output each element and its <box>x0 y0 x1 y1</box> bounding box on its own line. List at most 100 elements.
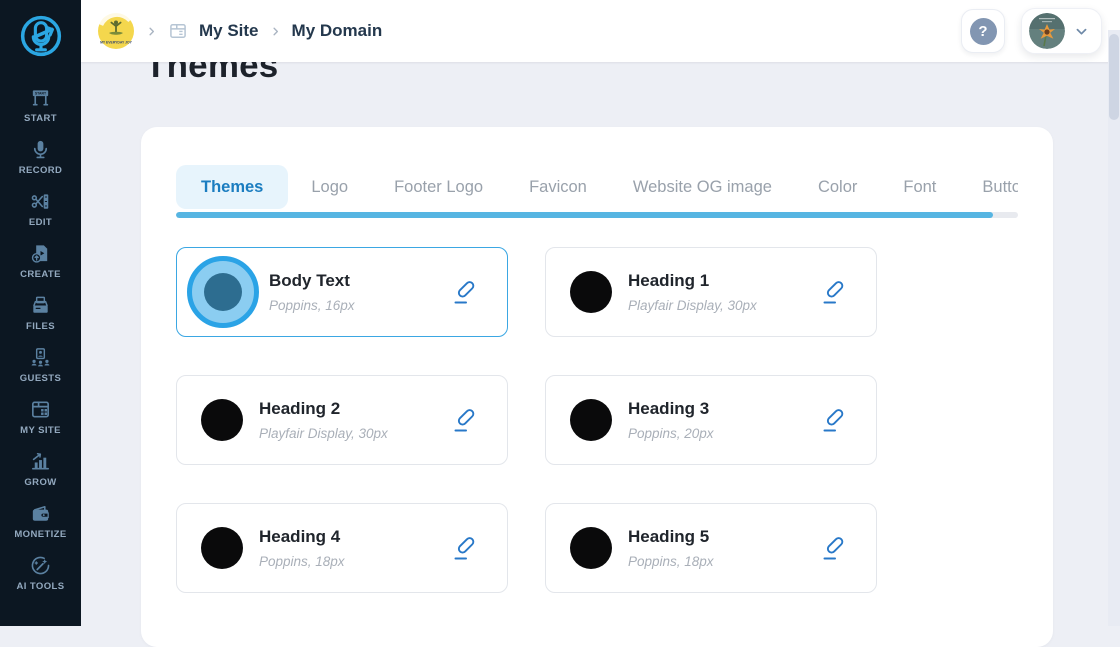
tab-favicon[interactable]: Favicon <box>506 165 610 209</box>
sidebar-item-label: GROW <box>24 477 57 488</box>
sidebar-item-label: GUESTS <box>19 373 62 384</box>
tabs-scroll-indicator-fill <box>176 212 993 218</box>
tab-logo[interactable]: Logo <box>288 165 371 209</box>
sidebar-item-monetize[interactable]: MONETIZE <box>0 495 81 547</box>
svg-text:MY EVERYDAY JOY: MY EVERYDAY JOY <box>100 41 133 45</box>
text-style-cards: Body Text Poppins, 16px Heading 1 Playfa… <box>176 247 1018 593</box>
tab-font[interactable]: Font <box>880 165 959 209</box>
style-card-heading-3[interactable]: Heading 3 Poppins, 20px <box>545 375 877 465</box>
color-swatch-core <box>204 273 242 311</box>
record-icon <box>33 140 48 159</box>
tab-footer-logo[interactable]: Footer Logo <box>371 165 506 209</box>
color-swatch-selected <box>187 256 259 328</box>
edit-button[interactable] <box>449 276 479 308</box>
edit-icon <box>31 194 49 209</box>
create-icon <box>31 245 48 263</box>
themes-panel: Themes Logo Footer Logo Favicon Website … <box>141 127 1053 647</box>
edit-button[interactable] <box>449 532 479 564</box>
window-icon <box>170 24 186 38</box>
color-swatch <box>570 271 612 313</box>
style-font: Poppins, 18px <box>259 554 345 569</box>
tabs-scroll-indicator <box>176 212 1018 218</box>
app-logo[interactable] <box>0 0 81 72</box>
sidebar-item-record[interactable]: RECORD <box>0 131 81 183</box>
ai-tools-icon <box>31 556 50 575</box>
sidebar-item-create[interactable]: CREATE <box>0 235 81 287</box>
tab-themes[interactable]: Themes <box>176 165 289 209</box>
pencil-icon <box>823 537 844 560</box>
color-swatch <box>201 399 243 441</box>
start-icon: START <box>32 90 49 106</box>
breadcrumb: MY EVERYDAY JOY My Site My Domain <box>97 12 382 50</box>
style-card-body-text[interactable]: Body Text Poppins, 16px <box>176 247 508 337</box>
card-texts: Heading 5 Poppins, 18px <box>628 527 714 569</box>
edit-button[interactable] <box>818 276 848 308</box>
page-scrollbar-track[interactable] <box>1108 30 1120 626</box>
podcast-app-logo-icon <box>20 15 61 57</box>
style-card-heading-1[interactable]: Heading 1 Playfair Display, 30px <box>545 247 877 337</box>
tab-color[interactable]: Color <box>795 165 880 209</box>
sidebar-item-start[interactable]: START START <box>0 79 81 131</box>
pencil-icon <box>823 281 844 304</box>
sidebar-item-label: RECORD <box>18 165 63 176</box>
breadcrumb-my-site[interactable]: My Site <box>199 21 259 41</box>
card-texts: Heading 2 Playfair Display, 30px <box>259 399 388 441</box>
sidebar-item-label: AI TOOLS <box>16 581 65 592</box>
card-texts: Body Text Poppins, 16px <box>269 271 355 313</box>
site-logo[interactable]: MY EVERYDAY JOY <box>97 12 135 50</box>
card-texts: Heading 4 Poppins, 18px <box>259 527 345 569</box>
style-title: Heading 3 <box>628 399 710 418</box>
settings-tabs: Themes Logo Footer Logo Favicon Website … <box>176 165 1018 209</box>
card-texts: Heading 1 Playfair Display, 30px <box>628 271 757 313</box>
sidebar-item-label: CREATE <box>20 269 61 280</box>
sidebar-item-guests[interactable]: GUESTS <box>0 339 81 391</box>
tab-website-og-image[interactable]: Website OG image <box>610 165 795 209</box>
sidebar-item-edit[interactable]: EDIT <box>0 183 81 235</box>
page-scrollbar-thumb[interactable] <box>1109 34 1119 120</box>
guests-icon <box>31 348 50 367</box>
sidebar-nav: START START RECORD EDIT CREATE FILES GUE… <box>0 79 81 599</box>
sidebar-item-my-site[interactable]: MY SITE <box>0 391 81 443</box>
pencil-icon <box>454 537 475 560</box>
chevron-right-icon <box>146 26 157 37</box>
edit-button[interactable] <box>818 532 848 564</box>
style-title: Heading 2 <box>259 399 341 418</box>
chevron-down-icon <box>1076 28 1087 35</box>
svg-text:START: START <box>35 92 47 96</box>
chevron-right-icon <box>270 26 281 37</box>
sidebar-item-label: MONETIZE <box>14 529 67 540</box>
pencil-icon <box>823 409 844 432</box>
my-site-icon <box>32 401 49 418</box>
style-card-heading-5[interactable]: Heading 5 Poppins, 18px <box>545 503 877 593</box>
style-title: Heading 5 <box>628 527 710 546</box>
tab-button[interactable]: Button <box>959 165 1018 209</box>
pencil-icon <box>454 409 475 432</box>
color-swatch <box>201 527 243 569</box>
files-icon <box>33 296 48 313</box>
account-menu[interactable] <box>1021 8 1102 54</box>
question-mark-icon: ? <box>969 17 997 45</box>
help-button[interactable]: ? <box>961 9 1005 53</box>
sidebar-item-label: MY SITE <box>20 425 61 436</box>
top-header: MY EVERYDAY JOY My Site My Domain ? <box>81 0 1120 62</box>
sidebar-item-label: FILES <box>26 321 55 332</box>
grow-icon <box>32 453 49 470</box>
pencil-icon <box>454 281 475 304</box>
style-title: Heading 1 <box>628 271 710 290</box>
sidebar-item-grow[interactable]: GROW <box>0 443 81 495</box>
style-card-heading-2[interactable]: Heading 2 Playfair Display, 30px <box>176 375 508 465</box>
edit-button[interactable] <box>449 404 479 436</box>
style-font: Poppins, 18px <box>628 554 714 569</box>
sidebar-item-files[interactable]: FILES <box>0 287 81 339</box>
color-swatch <box>570 527 612 569</box>
style-card-heading-4[interactable]: Heading 4 Poppins, 18px <box>176 503 508 593</box>
card-texts: Heading 3 Poppins, 20px <box>628 399 714 441</box>
style-title: Body Text <box>269 271 350 290</box>
breadcrumb-my-domain[interactable]: My Domain <box>292 21 383 41</box>
color-swatch <box>570 399 612 441</box>
sidebar: START START RECORD EDIT CREATE FILES GUE… <box>0 0 81 626</box>
sidebar-item-ai-tools[interactable]: AI TOOLS <box>0 547 81 599</box>
header-actions: ? <box>961 8 1102 54</box>
monetize-icon <box>32 506 49 521</box>
edit-button[interactable] <box>818 404 848 436</box>
